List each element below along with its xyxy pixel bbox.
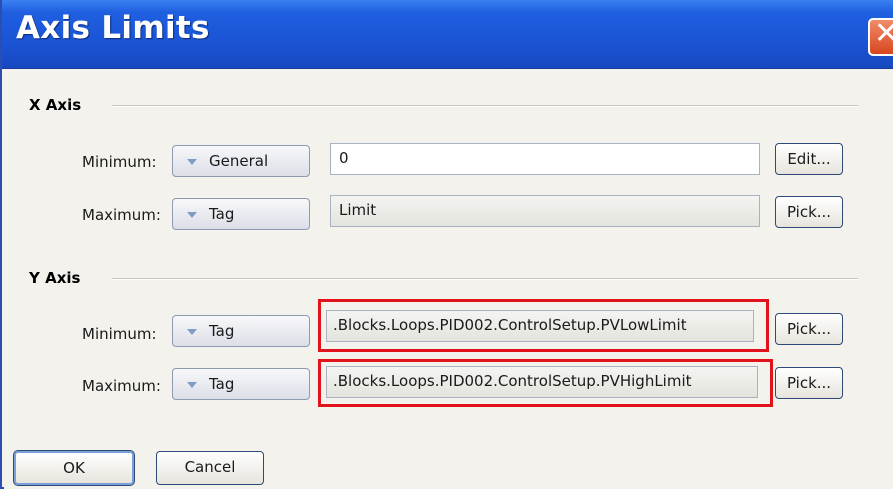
dialog-title: Axis Limits	[16, 10, 210, 46]
x-maximum-pick-button[interactable]: Pick...	[775, 196, 843, 228]
x-minimum-edit-button[interactable]: Edit...	[775, 143, 843, 175]
axis-limits-dialog: Axis Limits ✕ X Axis Minimum: General 0 …	[0, 0, 893, 489]
y-axis-group-label: Y Axis	[29, 269, 81, 287]
y-minimum-label: Minimum:	[82, 325, 157, 343]
y-maximum-type-dropdown[interactable]: Tag	[172, 368, 310, 400]
x-minimum-value-field[interactable]: 0	[330, 143, 760, 175]
x-axis-group-label: X Axis	[29, 96, 82, 114]
y-minimum-pick-button[interactable]: Pick...	[775, 313, 843, 345]
x-minimum-type-value: General	[209, 152, 269, 170]
x-minimum-type-dropdown[interactable]: General	[172, 145, 310, 177]
x-maximum-type-value: Tag	[209, 205, 235, 223]
chevron-down-icon	[187, 382, 197, 388]
y-maximum-pick-button[interactable]: Pick...	[775, 367, 843, 399]
title-bar[interactable]: Axis Limits ✕	[2, 0, 893, 69]
y-maximum-type-value: Tag	[209, 375, 235, 393]
y-minimum-value-field[interactable]: .Blocks.Loops.PID002.ControlSetup.PVLowL…	[326, 310, 754, 342]
dialog-body: X Axis Minimum: General 0 Edit... Maximu…	[4, 69, 893, 489]
y-minimum-type-dropdown[interactable]: Tag	[172, 315, 310, 347]
x-axis-divider	[112, 105, 858, 107]
y-maximum-value-field[interactable]: .Blocks.Loops.PID002.ControlSetup.PVHigh…	[326, 366, 758, 398]
chevron-down-icon	[187, 159, 197, 165]
x-maximum-label: Maximum:	[82, 206, 161, 224]
chevron-down-icon	[187, 212, 197, 218]
x-maximum-value-field[interactable]: Limit	[330, 195, 760, 227]
close-button[interactable]: ✕	[868, 16, 893, 56]
chevron-down-icon	[187, 329, 197, 335]
x-minimum-label: Minimum:	[82, 153, 157, 171]
y-minimum-type-value: Tag	[209, 322, 235, 340]
x-maximum-type-dropdown[interactable]: Tag	[172, 198, 310, 230]
cancel-button[interactable]: Cancel	[156, 451, 264, 485]
y-maximum-label: Maximum:	[82, 377, 161, 395]
y-axis-divider	[112, 278, 858, 280]
close-icon: ✕	[874, 16, 893, 51]
ok-button[interactable]: OK	[13, 450, 135, 486]
